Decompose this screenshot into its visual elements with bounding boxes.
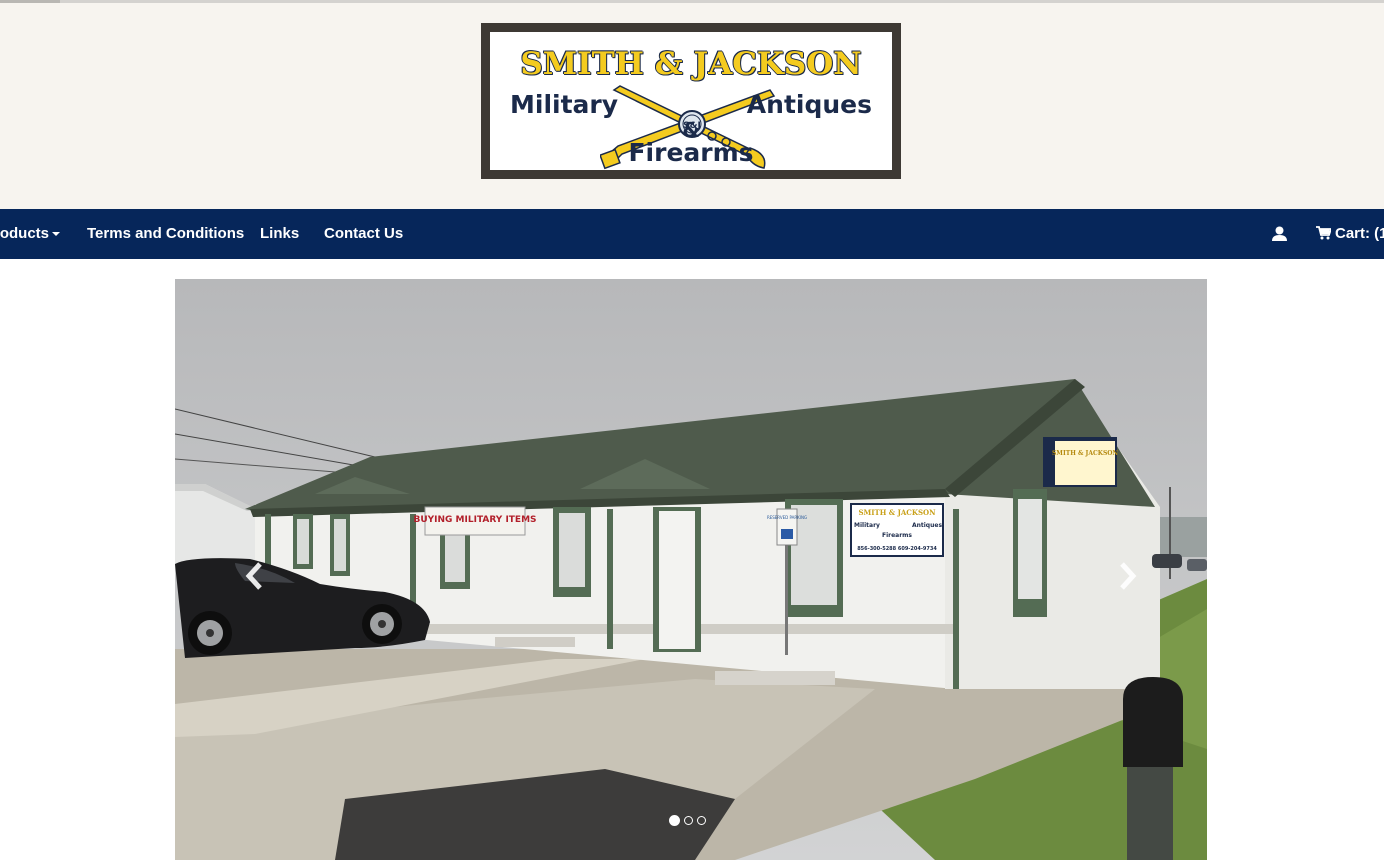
window-sign-phone: 856-300-5288 609-204-9734	[857, 546, 937, 552]
window-sign-line3: Firearms	[882, 532, 912, 539]
site-logo[interactable]: S&J SMITH & JACKSON Military Antiques & …	[481, 23, 901, 179]
building-sign-title: SMITH & JACKSON	[1052, 450, 1119, 457]
window-sign-title: SMITH & JACKSON	[858, 508, 936, 517]
carousel-indicator-3[interactable]	[697, 816, 706, 826]
window-sign-line2: Antiques	[912, 522, 942, 529]
logo-panel: S&J SMITH & JACKSON Military Antiques & …	[490, 32, 892, 170]
window-sign-line1: Military	[854, 522, 880, 529]
chevron-left-icon[interactable]	[245, 561, 265, 591]
site-header: S&J SMITH & JACKSON Military Antiques & …	[0, 3, 1384, 209]
carousel-indicators	[669, 812, 710, 827]
user-icon[interactable]	[1272, 226, 1287, 241]
nav-products[interactable]: Products	[0, 209, 61, 259]
cart-label: Cart: (1)	[1335, 225, 1384, 242]
banner-text: BUYING MILITARY ITEMS	[413, 515, 536, 525]
logo-word-antiques: Antiques	[746, 90, 872, 119]
main-navbar: Products Terms and Conditions Links Cont…	[0, 209, 1384, 259]
chevron-right-icon[interactable]	[1117, 561, 1137, 591]
image-carousel[interactable]: BUYING MILITARY ITEMS RESERVED PARKING S…	[175, 279, 1207, 860]
nav-products-label: Products	[0, 225, 50, 242]
nav-terms-and-conditions[interactable]: Terms and Conditions	[87, 209, 244, 259]
logo-title: SMITH & JACKSON	[520, 46, 862, 82]
cart-icon	[1316, 226, 1333, 240]
carousel-slide-photo: BUYING MILITARY ITEMS RESERVED PARKING S…	[175, 279, 1207, 860]
nav-links[interactable]: Links	[260, 209, 299, 259]
carousel-indicator-2[interactable]	[684, 816, 693, 826]
cart-link[interactable]: Cart: (1)	[1316, 209, 1384, 259]
logo-word-military: Military	[510, 90, 619, 119]
logo-word-firearms: Firearms	[628, 138, 754, 167]
caret-down-icon	[52, 232, 61, 237]
nav-contact-us[interactable]: Contact Us	[324, 209, 403, 259]
parking-sign-text: RESERVED PARKING	[767, 515, 807, 520]
